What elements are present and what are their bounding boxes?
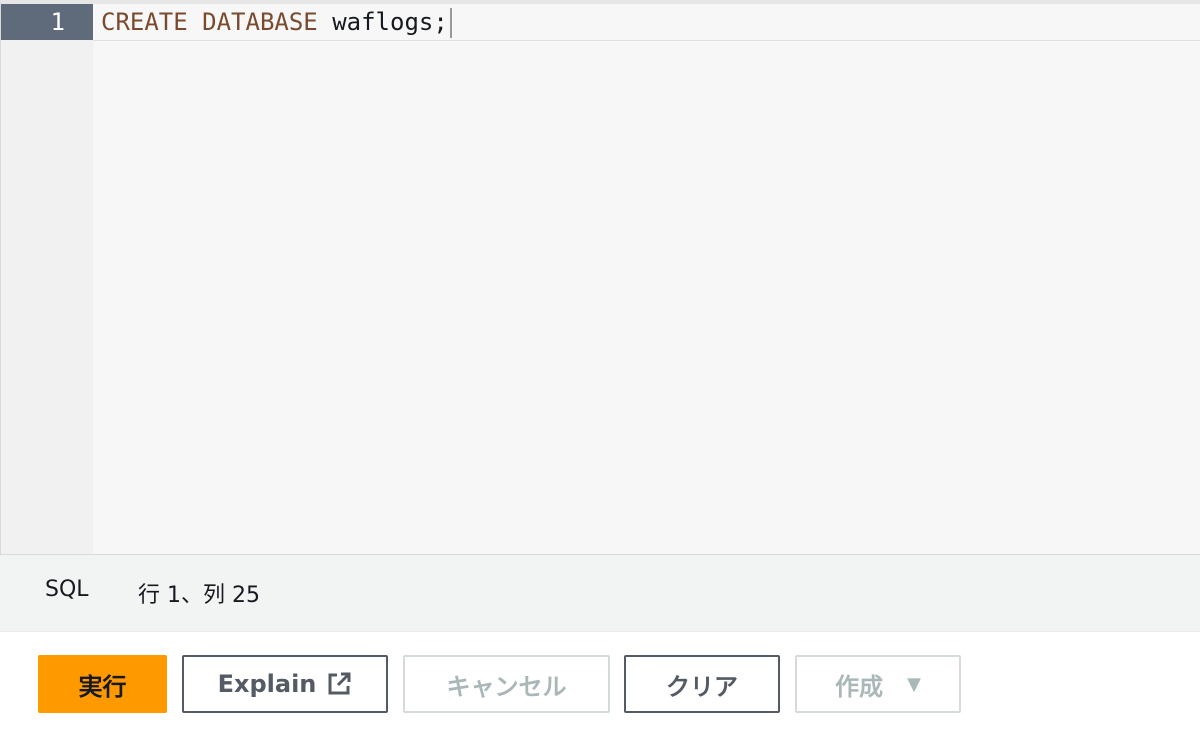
- sql-identifier: waflogs;: [332, 8, 448, 36]
- line-number: 1: [1, 4, 93, 40]
- line-gutter: 1: [1, 4, 93, 554]
- create-button-label: 作成: [835, 672, 884, 701]
- cursor-position: 行 1、列 25: [138, 583, 260, 608]
- query-toolbar: 実行 Explain キャンセル クリア 作成 ▼: [0, 632, 1200, 738]
- explain-button[interactable]: Explain: [182, 655, 388, 713]
- clear-button-label: クリア: [666, 672, 738, 701]
- code-line[interactable]: CREATE DATABASE waflogs;: [101, 4, 452, 40]
- caret-down-icon: ▼: [907, 673, 921, 695]
- run-button[interactable]: 実行: [38, 655, 167, 713]
- create-dropdown-button[interactable]: 作成 ▼: [795, 655, 961, 713]
- editor-status-bar: SQL 行 1、列 25: [0, 554, 1200, 632]
- language-mode: SQL: [45, 577, 89, 602]
- sql-editor[interactable]: 1 CREATE DATABASE waflogs;: [0, 0, 1200, 554]
- external-link-icon: [326, 671, 352, 697]
- cancel-button-label: キャンセル: [446, 672, 567, 701]
- sql-keyword: CREATE DATABASE: [101, 8, 318, 36]
- text-cursor: [449, 8, 452, 38]
- clear-button[interactable]: クリア: [624, 655, 780, 713]
- explain-button-label: Explain: [217, 670, 317, 698]
- run-button-label: 実行: [78, 672, 127, 701]
- cancel-button[interactable]: キャンセル: [403, 655, 610, 713]
